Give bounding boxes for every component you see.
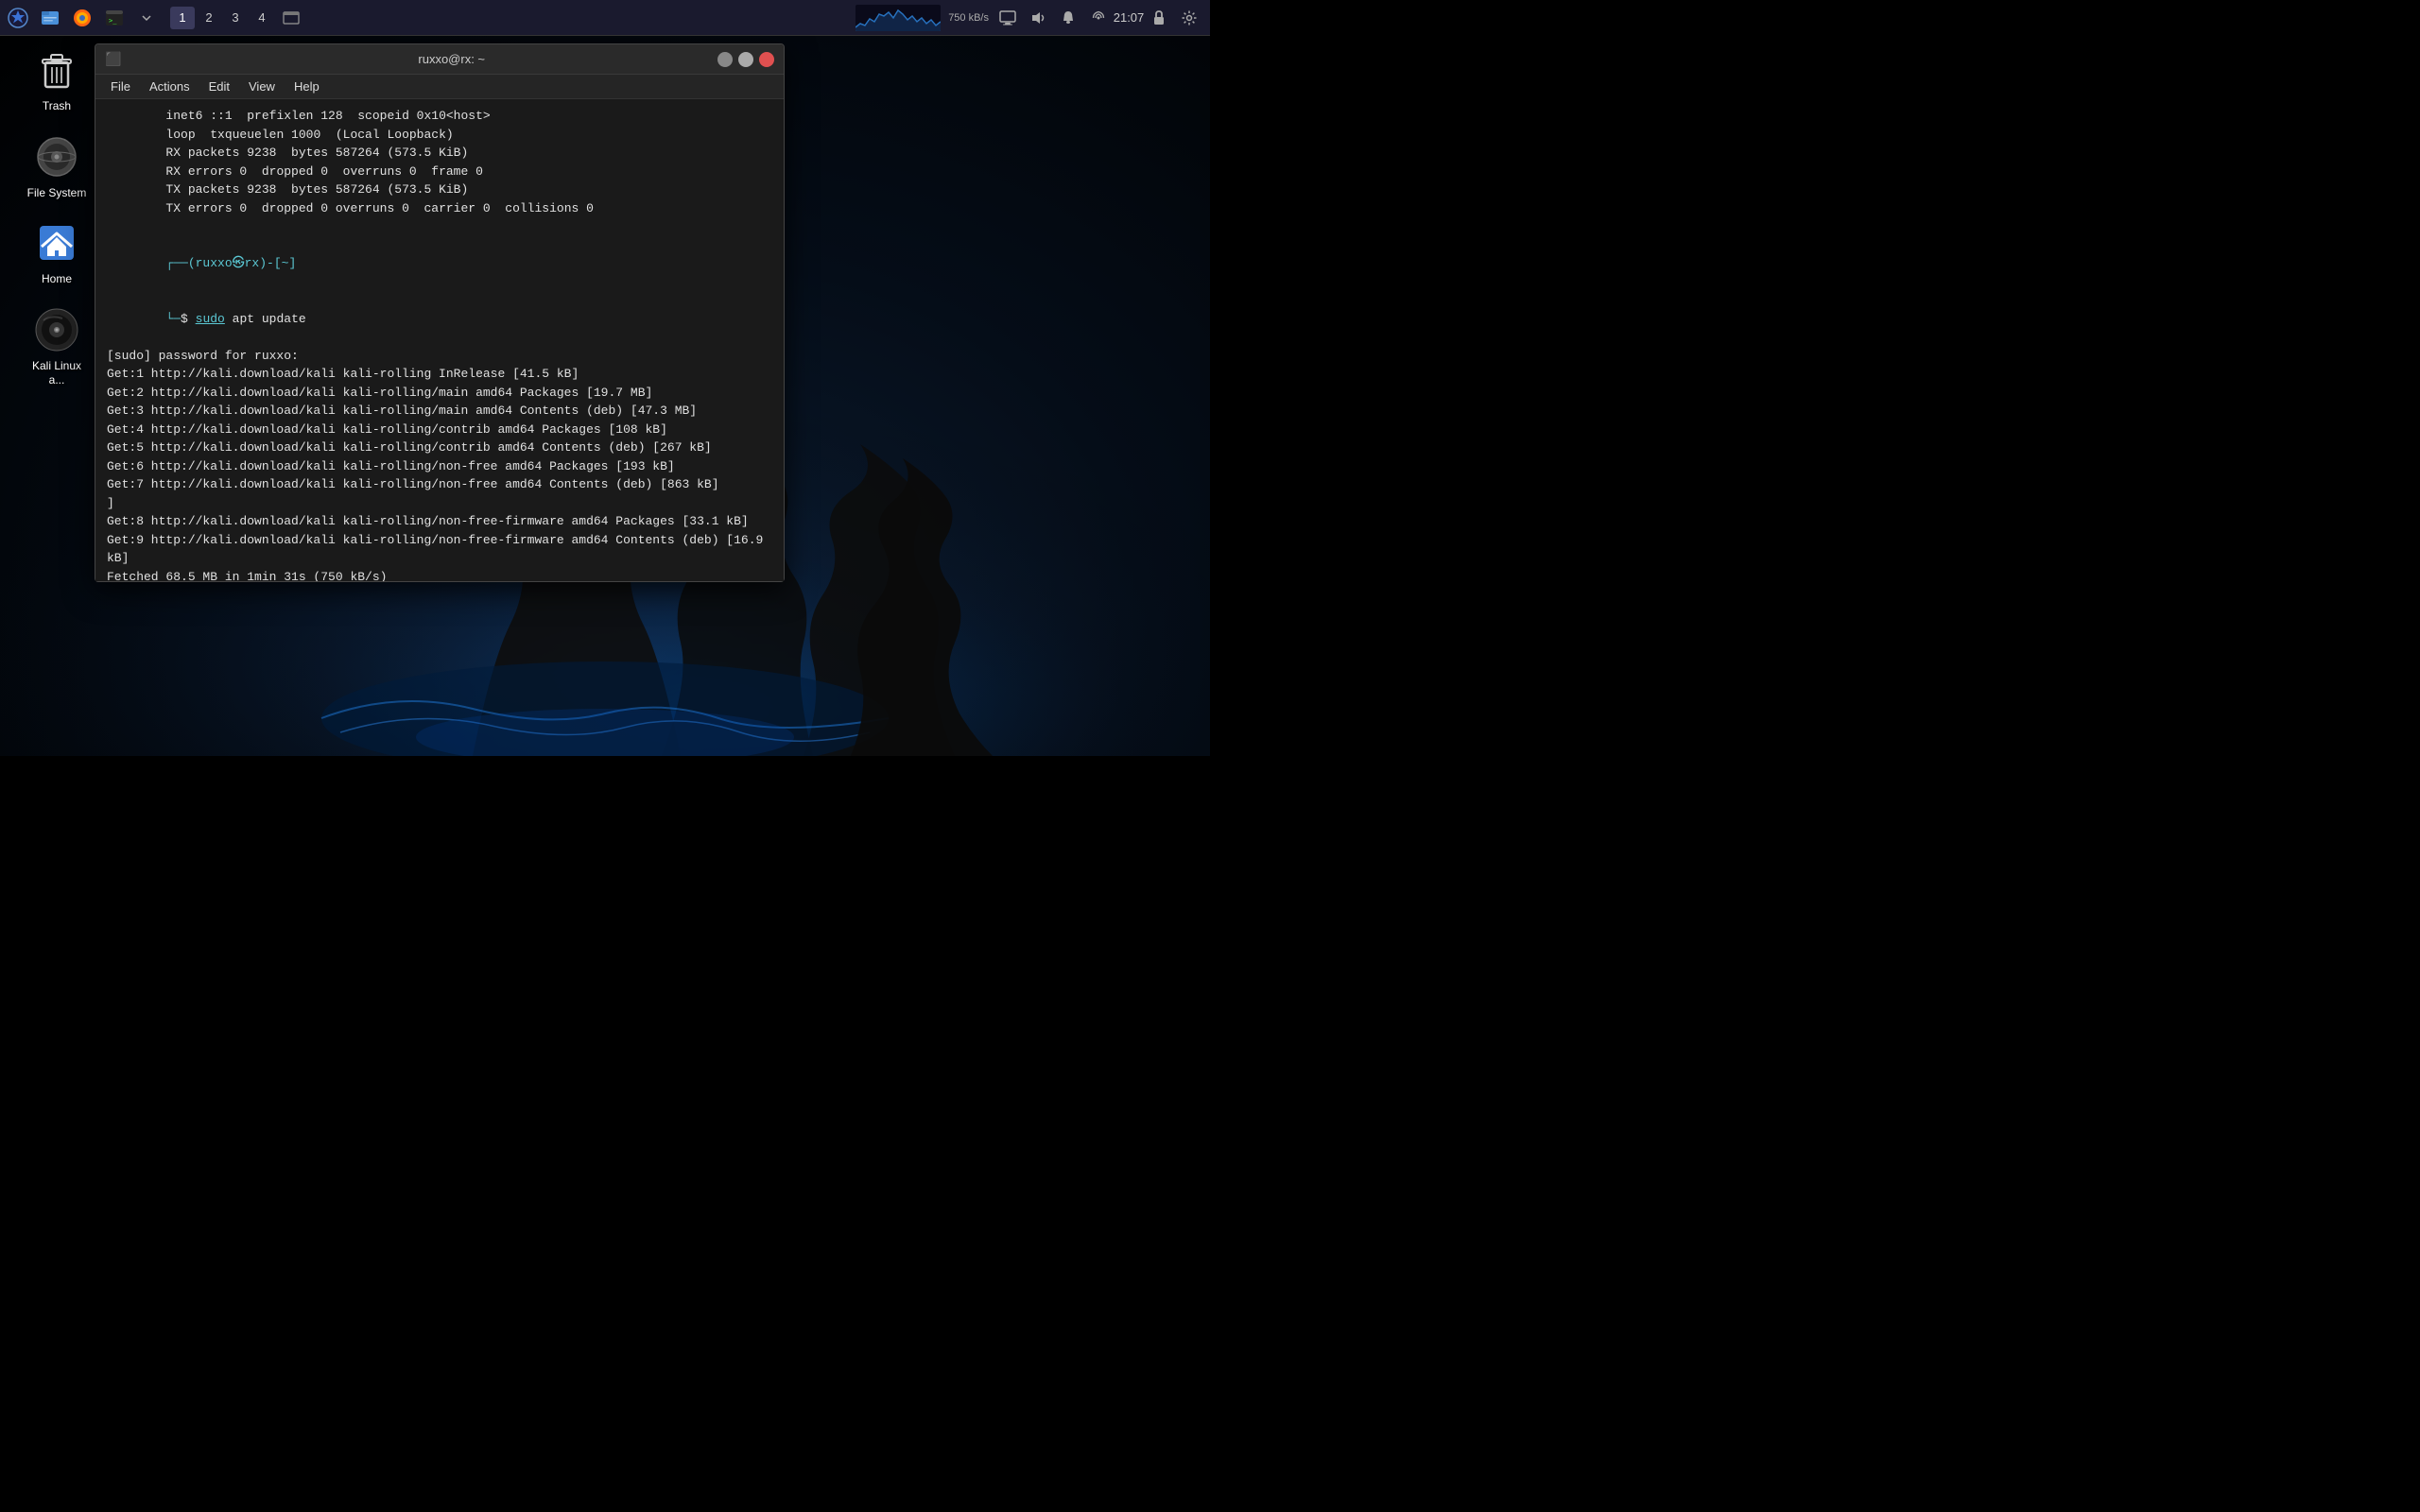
home-icon[interactable]: Home	[19, 220, 95, 288]
terminal-line: Fetched 68.5 MB in 1min 31s (750 kB/s)	[107, 568, 772, 582]
terminal-line	[107, 217, 772, 236]
svg-text:>_: >_	[109, 17, 117, 25]
taskbar-left: >_ 1 2 3 4	[0, 4, 308, 32]
terminal-line: [sudo] password for ruxxo:	[107, 347, 772, 366]
taskbar-dropdown-icon[interactable]	[132, 4, 161, 32]
terminal-titlebar: ⬛ ruxxo@rx: ~ — □ ✕	[95, 44, 784, 75]
display-icon[interactable]	[996, 7, 1019, 29]
cmd-update: update	[254, 312, 306, 326]
menu-file[interactable]: File	[103, 77, 138, 96]
trash-icon[interactable]: Trash	[19, 47, 95, 115]
terminal-cmd-line: └─$ sudo apt update	[107, 291, 772, 347]
home-label: Home	[38, 271, 76, 288]
prompt-user-host: ┌──(ruxxo㉿rx)-[~]	[165, 256, 296, 270]
minimize-button[interactable]: —	[717, 52, 733, 67]
filesystem-label: File System	[24, 185, 91, 202]
workspace-1-button[interactable]: 1	[170, 7, 195, 29]
menu-edit[interactable]: Edit	[201, 77, 237, 96]
terminal-content[interactable]: inet6 ::1 prefixlen 128 scopeid 0x10<hos…	[95, 99, 784, 581]
terminal-taskbar-button[interactable]: >_	[100, 4, 129, 32]
workspace-window-icon	[278, 7, 304, 29]
terminal-line: Get:7 http://kali.download/kali kali-rol…	[107, 475, 772, 494]
cmd-apt: apt	[225, 312, 254, 326]
terminal-line: Get:6 http://kali.download/kali kali-rol…	[107, 457, 772, 476]
trash-icon-image	[34, 47, 79, 93]
kali-disc-icon[interactable]: Kali Linux a...	[19, 307, 95, 389]
terminal-line: Get:1 http://kali.download/kali kali-rol…	[107, 365, 772, 384]
terminal-title-icon: ⬛	[105, 51, 121, 67]
terminal-line: TX packets 9238 bytes 587264 (573.5 KiB)	[107, 180, 772, 199]
taskbar: >_ 1 2 3 4	[0, 0, 1210, 36]
workspace-3-button[interactable]: 3	[223, 7, 248, 29]
terminal-line: Get:9 http://kali.download/kali kali-rol…	[107, 531, 772, 568]
terminal-line: TX errors 0 dropped 0 overruns 0 carrier…	[107, 199, 772, 218]
workspace-4-button[interactable]: 4	[250, 7, 274, 29]
kali-disc-icon-image	[34, 307, 79, 352]
terminal-line: ]	[107, 494, 772, 513]
settings-icon[interactable]	[1178, 7, 1201, 29]
menu-help[interactable]: Help	[286, 77, 327, 96]
volume-icon[interactable]	[1027, 7, 1049, 29]
kali-disc-label: Kali Linux a...	[19, 358, 95, 389]
terminal-line: Get:8 http://kali.download/kali kali-rol…	[107, 512, 772, 531]
taskbar-right: 750 kB/s	[856, 5, 1210, 31]
terminal-line: Get:3 http://kali.download/kali kali-rol…	[107, 402, 772, 421]
terminal-line: Get:2 http://kali.download/kali kali-rol…	[107, 384, 772, 403]
desktop: >_ 1 2 3 4	[0, 0, 1210, 756]
terminal-line: inet6 ::1 prefixlen 128 scopeid 0x10<hos…	[107, 107, 772, 126]
desktop-icons: Trash File System	[19, 47, 95, 389]
filesystem-icon-image	[34, 134, 79, 180]
clock: 21:07	[1117, 7, 1140, 29]
maximize-button[interactable]: □	[738, 52, 753, 67]
terminal-window: ⬛ ruxxo@rx: ~ — □ ✕ File Actions Edit Vi…	[95, 43, 785, 582]
firefox-button[interactable]	[68, 4, 96, 32]
terminal-title: ruxxo@rx: ~	[129, 52, 774, 66]
terminal-line: loop txqueuelen 1000 (Local Loopback)	[107, 126, 772, 145]
trash-label: Trash	[39, 98, 75, 115]
prompt-symbol: └─	[165, 312, 181, 326]
kali-menu-button[interactable]	[4, 4, 32, 32]
terminal-line: Get:5 http://kali.download/kali kali-rol…	[107, 438, 772, 457]
dollar-sign: $	[181, 312, 196, 326]
workspace-2-button[interactable]: 2	[197, 7, 221, 29]
terminal-line: Get:4 http://kali.download/kali kali-rol…	[107, 421, 772, 439]
close-button[interactable]: ✕	[759, 52, 774, 67]
home-icon-image	[34, 220, 79, 266]
files-button[interactable]	[36, 4, 64, 32]
network-speed-label: 750 kB/s	[948, 12, 989, 24]
menu-view[interactable]: View	[241, 77, 283, 96]
menu-actions[interactable]: Actions	[142, 77, 198, 96]
network-icon[interactable]	[1087, 7, 1110, 29]
lock-icon[interactable]	[1148, 7, 1170, 29]
terminal-menubar: File Actions Edit View Help	[95, 75, 784, 99]
terminal-line: RX packets 9238 bytes 587264 (573.5 KiB)	[107, 144, 772, 163]
filesystem-icon[interactable]: File System	[19, 134, 95, 202]
cmd-sudo: sudo	[196, 312, 225, 326]
network-activity-widget	[856, 5, 941, 31]
window-controls: — □ ✕	[717, 52, 774, 67]
workspace-switcher: 1 2 3 4	[170, 7, 274, 29]
notifications-icon[interactable]	[1057, 7, 1080, 29]
terminal-line: RX errors 0 dropped 0 overruns 0 frame 0	[107, 163, 772, 181]
terminal-prompt-line: ┌──(ruxxo㉿rx)-[~]	[107, 236, 772, 292]
